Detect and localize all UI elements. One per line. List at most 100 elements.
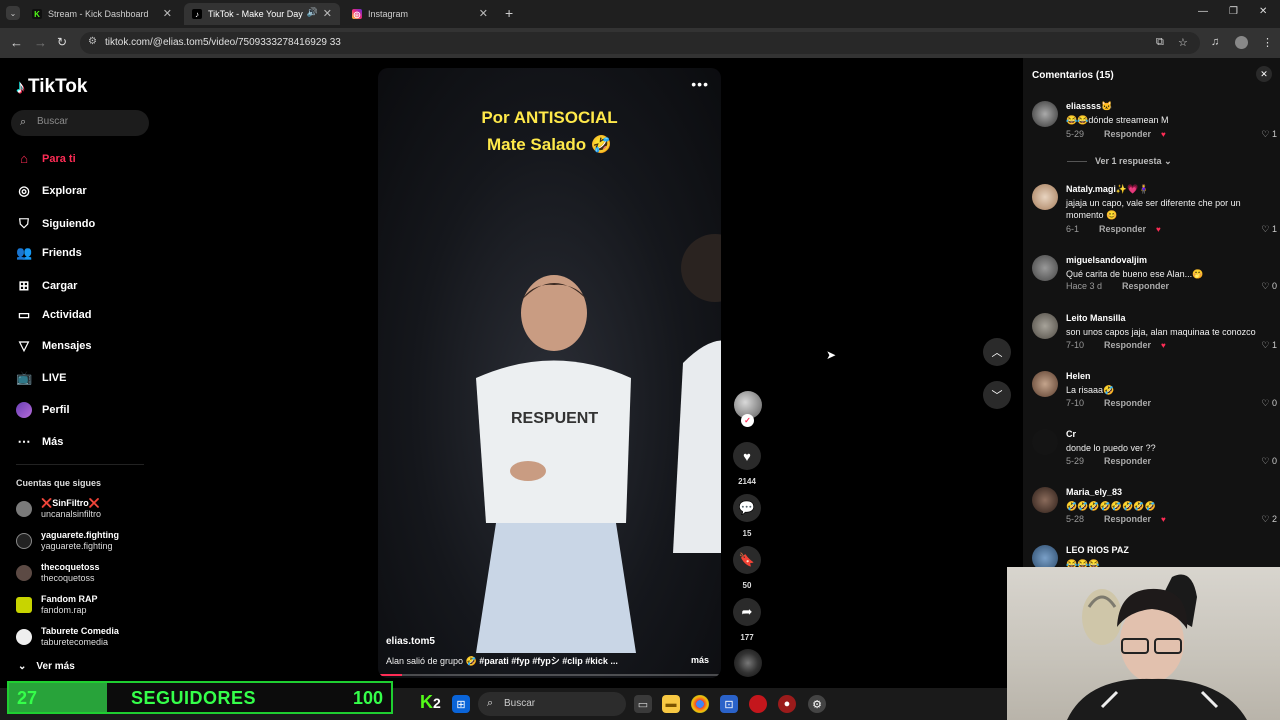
comment-user[interactable]: LEO RIOS PAZ <box>1066 545 1129 555</box>
avatar[interactable] <box>1032 313 1058 339</box>
reply-button[interactable]: Responder <box>1104 398 1151 408</box>
task-view-icon[interactable]: ▭ <box>634 695 652 713</box>
followed-account[interactable]: yaguarete.fighting yaguarete.fighting <box>16 530 119 552</box>
chrome-icon[interactable] <box>691 695 709 713</box>
video-author[interactable]: elias.tom5 <box>386 636 435 647</box>
search-input[interactable] <box>37 116 142 127</box>
like-action[interactable]: ♥ 2144 <box>733 442 761 486</box>
avatar[interactable] <box>1032 371 1058 397</box>
comment-user[interactable]: Maria_ely_83 <box>1066 487 1122 497</box>
settings-gear-icon[interactable]: ⚙ <box>808 695 826 713</box>
hashtags[interactable]: #parati #fyp #fypシ #clip #kick ... <box>479 656 618 666</box>
bookmark-icon[interactable]: 🔖 <box>733 546 761 574</box>
nav-explorar[interactable]: ◎ Explorar <box>16 183 86 199</box>
bookmark-star-icon[interactable]: ☆ <box>1178 36 1188 49</box>
nav-friends[interactable]: 👥 Friends <box>16 245 82 261</box>
follow-check-icon[interactable]: ✓ <box>741 414 754 427</box>
comment-user[interactable]: Leito Mansilla <box>1066 313 1126 323</box>
obs-icon[interactable]: ● <box>778 695 796 713</box>
heart-icon[interactable]: ♥ <box>733 442 761 470</box>
close-tab-icon[interactable]: ✕ <box>479 7 488 20</box>
windows-start-icon[interactable]: ⊞ <box>452 695 470 713</box>
next-video-button[interactable]: ﹀ <box>983 381 1011 409</box>
media-control-icon[interactable]: ♫ <box>1211 36 1219 48</box>
minimize-icon[interactable]: — <box>1198 6 1208 17</box>
avatar[interactable] <box>1032 487 1058 513</box>
site-info-icon[interactable]: ⚙ <box>88 36 97 47</box>
close-tab-icon[interactable]: ✕ <box>323 7 332 20</box>
new-tab-button[interactable]: + <box>505 5 513 21</box>
reply-button[interactable]: Responder <box>1104 129 1151 139</box>
close-comments-icon[interactable]: ✕ <box>1256 66 1272 82</box>
store-icon[interactable]: ⊡ <box>720 695 738 713</box>
comment-like[interactable]: ♡ 0 <box>1261 281 1277 292</box>
close-tab-icon[interactable]: ✕ <box>163 7 172 20</box>
comment-like[interactable]: ♡ 1 <box>1261 224 1277 235</box>
view-replies-button[interactable]: Ver 1 respuesta ⌄ <box>1067 156 1172 167</box>
comment-user[interactable]: miguelsandovaljim <box>1066 255 1147 265</box>
more-text-button[interactable]: más <box>691 655 709 665</box>
nav-mas[interactable]: ⋯ Más <box>16 434 64 450</box>
close-window-icon[interactable]: ✕ <box>1259 6 1267 17</box>
install-app-icon[interactable]: ⧉ <box>1156 36 1164 49</box>
profile-avatar[interactable] <box>1235 36 1248 49</box>
nav-actividad[interactable]: ▭ Actividad <box>16 307 92 323</box>
tab-kick-dashboard[interactable]: K Stream - Kick Dashboard ✕ <box>24 3 180 25</box>
nav-cargar[interactable]: ⊞ Cargar <box>16 278 78 294</box>
music-disc-icon[interactable] <box>734 649 762 677</box>
save-action[interactable]: 🔖 50 <box>733 546 761 590</box>
comment-user[interactable]: Helen <box>1066 371 1091 381</box>
reply-button[interactable]: Responder <box>1104 340 1151 350</box>
nav-mensajes[interactable]: ▽ Mensajes <box>16 338 92 354</box>
app-icon[interactable] <box>749 695 767 713</box>
back-icon[interactable]: ← <box>10 35 23 50</box>
nav-perfil[interactable]: Perfil <box>16 402 70 418</box>
reply-button[interactable]: Responder <box>1099 224 1146 234</box>
forward-icon[interactable]: → <box>34 35 47 50</box>
comment-like[interactable]: ♡ 0 <box>1261 398 1277 409</box>
nav-siguiendo[interactable]: ⛉ Siguiendo <box>16 216 95 232</box>
file-explorer-icon[interactable]: ▬ <box>662 695 680 713</box>
avatar[interactable] <box>1032 101 1058 127</box>
nav-live[interactable]: 📺 LIVE <box>16 370 66 386</box>
previous-video-button[interactable]: ︿ <box>983 338 1011 366</box>
speaker-icon[interactable]: 🔊 <box>307 7 318 18</box>
tab-search-button[interactable]: ⌄ <box>6 6 20 20</box>
video-player[interactable]: RESPUENT Por ANTISOCIAL Mate Salado 🤣 ••… <box>378 68 721 678</box>
nav-para-ti[interactable]: ⌂ Para ti <box>16 151 76 166</box>
video-progress-bar[interactable] <box>378 674 721 676</box>
taskbar-search[interactable]: ⌕ Buscar <box>478 692 626 716</box>
restore-icon[interactable]: ❐ <box>1229 6 1238 17</box>
share-icon[interactable]: ➦ <box>733 598 761 626</box>
more-options-icon[interactable]: ••• <box>691 76 709 92</box>
avatar[interactable] <box>1032 184 1058 210</box>
avatar[interactable] <box>1032 429 1058 455</box>
comment-action[interactable]: 💬 15 <box>733 494 761 538</box>
url-text[interactable]: tiktok.com/@elias.tom5/video/75093332784… <box>105 37 341 48</box>
followed-account[interactable]: ❌SinFiltro❌ uncanalsinfiltro <box>16 498 101 520</box>
browser-menu-icon[interactable]: ⋮ <box>1262 36 1273 49</box>
comment-user[interactable]: Cr <box>1066 429 1076 439</box>
comment-like[interactable]: ♡ 0 <box>1261 456 1277 467</box>
reply-button[interactable]: Responder <box>1122 281 1169 291</box>
followed-account[interactable]: thecoquetoss thecoquetoss <box>16 562 100 584</box>
comment-like[interactable]: ♡ 1 <box>1261 340 1277 351</box>
comment-like[interactable]: ♡ 2 <box>1261 514 1277 525</box>
tab-tiktok[interactable]: ♪ TikTok - Make Your Day 🔊 ✕ <box>184 3 340 25</box>
comment-user[interactable]: Nataly.magi✨💗🧍‍♀️ <box>1066 184 1149 195</box>
reply-button[interactable]: Responder <box>1104 456 1151 466</box>
followed-account[interactable]: Fandom RAP fandom.rap <box>16 594 98 616</box>
avatar[interactable] <box>1032 255 1058 281</box>
comment-like[interactable]: ♡ 1 <box>1261 129 1277 140</box>
tiktok-logo[interactable]: ♪ TikTok <box>16 76 87 98</box>
kick-taskbar-icon[interactable]: K2 <box>420 692 441 713</box>
followed-account[interactable]: Taburete Comedia taburetecomedia <box>16 626 119 648</box>
omnibox[interactable]: ⚙ tiktok.com/@elias.tom5/video/750933327… <box>80 32 1200 54</box>
tab-instagram[interactable]: ◎ Instagram ✕ <box>344 3 496 25</box>
share-action[interactable]: ➦ 177 <box>733 598 761 642</box>
reload-icon[interactable]: ↻ <box>57 35 67 49</box>
reply-button[interactable]: Responder <box>1104 514 1151 524</box>
see-more-button[interactable]: ⌄ Ver más <box>18 661 75 672</box>
search-box[interactable]: ⌕ <box>11 110 149 136</box>
comment-icon[interactable]: 💬 <box>733 494 761 522</box>
